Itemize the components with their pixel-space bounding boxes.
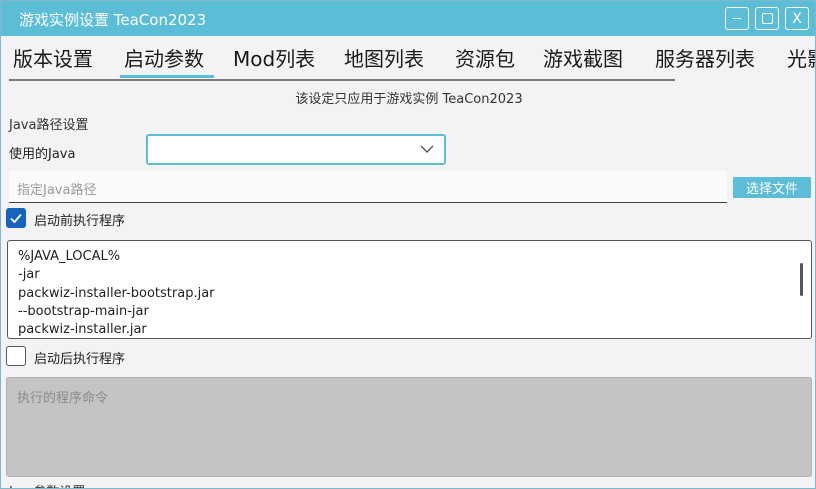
tab-mod-list[interactable]: Mod列表 — [233, 43, 315, 72]
command-line: -jar — [18, 267, 40, 282]
maximize-button[interactable] — [755, 7, 779, 30]
command-line: --bootstrap-main-jar — [18, 304, 149, 319]
post-launch-checkbox[interactable] — [6, 346, 26, 366]
tab-version-settings[interactable]: 版本设置 — [13, 43, 93, 72]
active-tab-indicator — [120, 75, 214, 78]
tab-shaders[interactable]: 光影 — [787, 43, 815, 72]
instance-notice: 该设定只应用于游戏实例 TeaCon2023 — [295, 92, 523, 107]
java-select-label: 使用的Java — [9, 147, 76, 162]
tab-world-list[interactable]: 地图列表 — [344, 43, 424, 72]
tab-server-list[interactable]: 服务器列表 — [655, 43, 755, 72]
pre-launch-command-textarea[interactable]: %JAVA_LOCAL% -jar packwiz-installer-boot… — [7, 240, 812, 339]
choose-file-button[interactable]: 选择文件 — [733, 177, 811, 198]
java-path-input[interactable]: 指定Java路径 — [9, 171, 727, 203]
chevron-down-icon — [420, 145, 434, 153]
maximize-icon — [761, 13, 773, 24]
minimize-button[interactable] — [725, 7, 749, 30]
checkmark-icon — [10, 213, 22, 224]
title-bar[interactable]: 游戏实例设置 TeaCon2023 X — [1, 1, 815, 36]
window-title: 游戏实例设置 TeaCon2023 — [19, 11, 207, 29]
jvm-section-label: Jvm参数设置 — [9, 481, 85, 488]
command-line: %JAVA_LOCAL% — [18, 249, 121, 264]
command-line: packwiz-installer-bootstrap.jar — [18, 286, 215, 301]
tab-screenshots[interactable]: 游戏截图 — [543, 43, 623, 72]
close-button[interactable]: X — [785, 7, 809, 30]
close-icon: X — [792, 10, 802, 27]
tab-bar-divider — [9, 79, 675, 81]
post-launch-command-textarea[interactable]: 执行的程序命令 — [6, 377, 812, 477]
tab-launch-args[interactable]: 启动参数 — [124, 43, 204, 72]
post-launch-placeholder: 执行的程序命令 — [17, 391, 109, 406]
textarea-scrollbar[interactable] — [800, 263, 803, 296]
settings-window: 游戏实例设置 TeaCon2023 X 版本设置 启动参数 Mod列表 地图列表… — [0, 0, 816, 489]
tab-resource-packs[interactable]: 资源包 — [455, 43, 515, 72]
pre-launch-label: 启动前执行程序 — [34, 214, 126, 229]
pre-launch-checkbox[interactable] — [6, 208, 26, 228]
java-select[interactable] — [146, 134, 446, 165]
post-launch-label: 启动后执行程序 — [34, 352, 126, 367]
minimize-icon — [733, 17, 741, 20]
command-line: packwiz-installer.jar — [18, 322, 147, 337]
java-path-placeholder: 指定Java路径 — [17, 183, 97, 198]
java-section-label: Java路径设置 — [9, 118, 89, 133]
